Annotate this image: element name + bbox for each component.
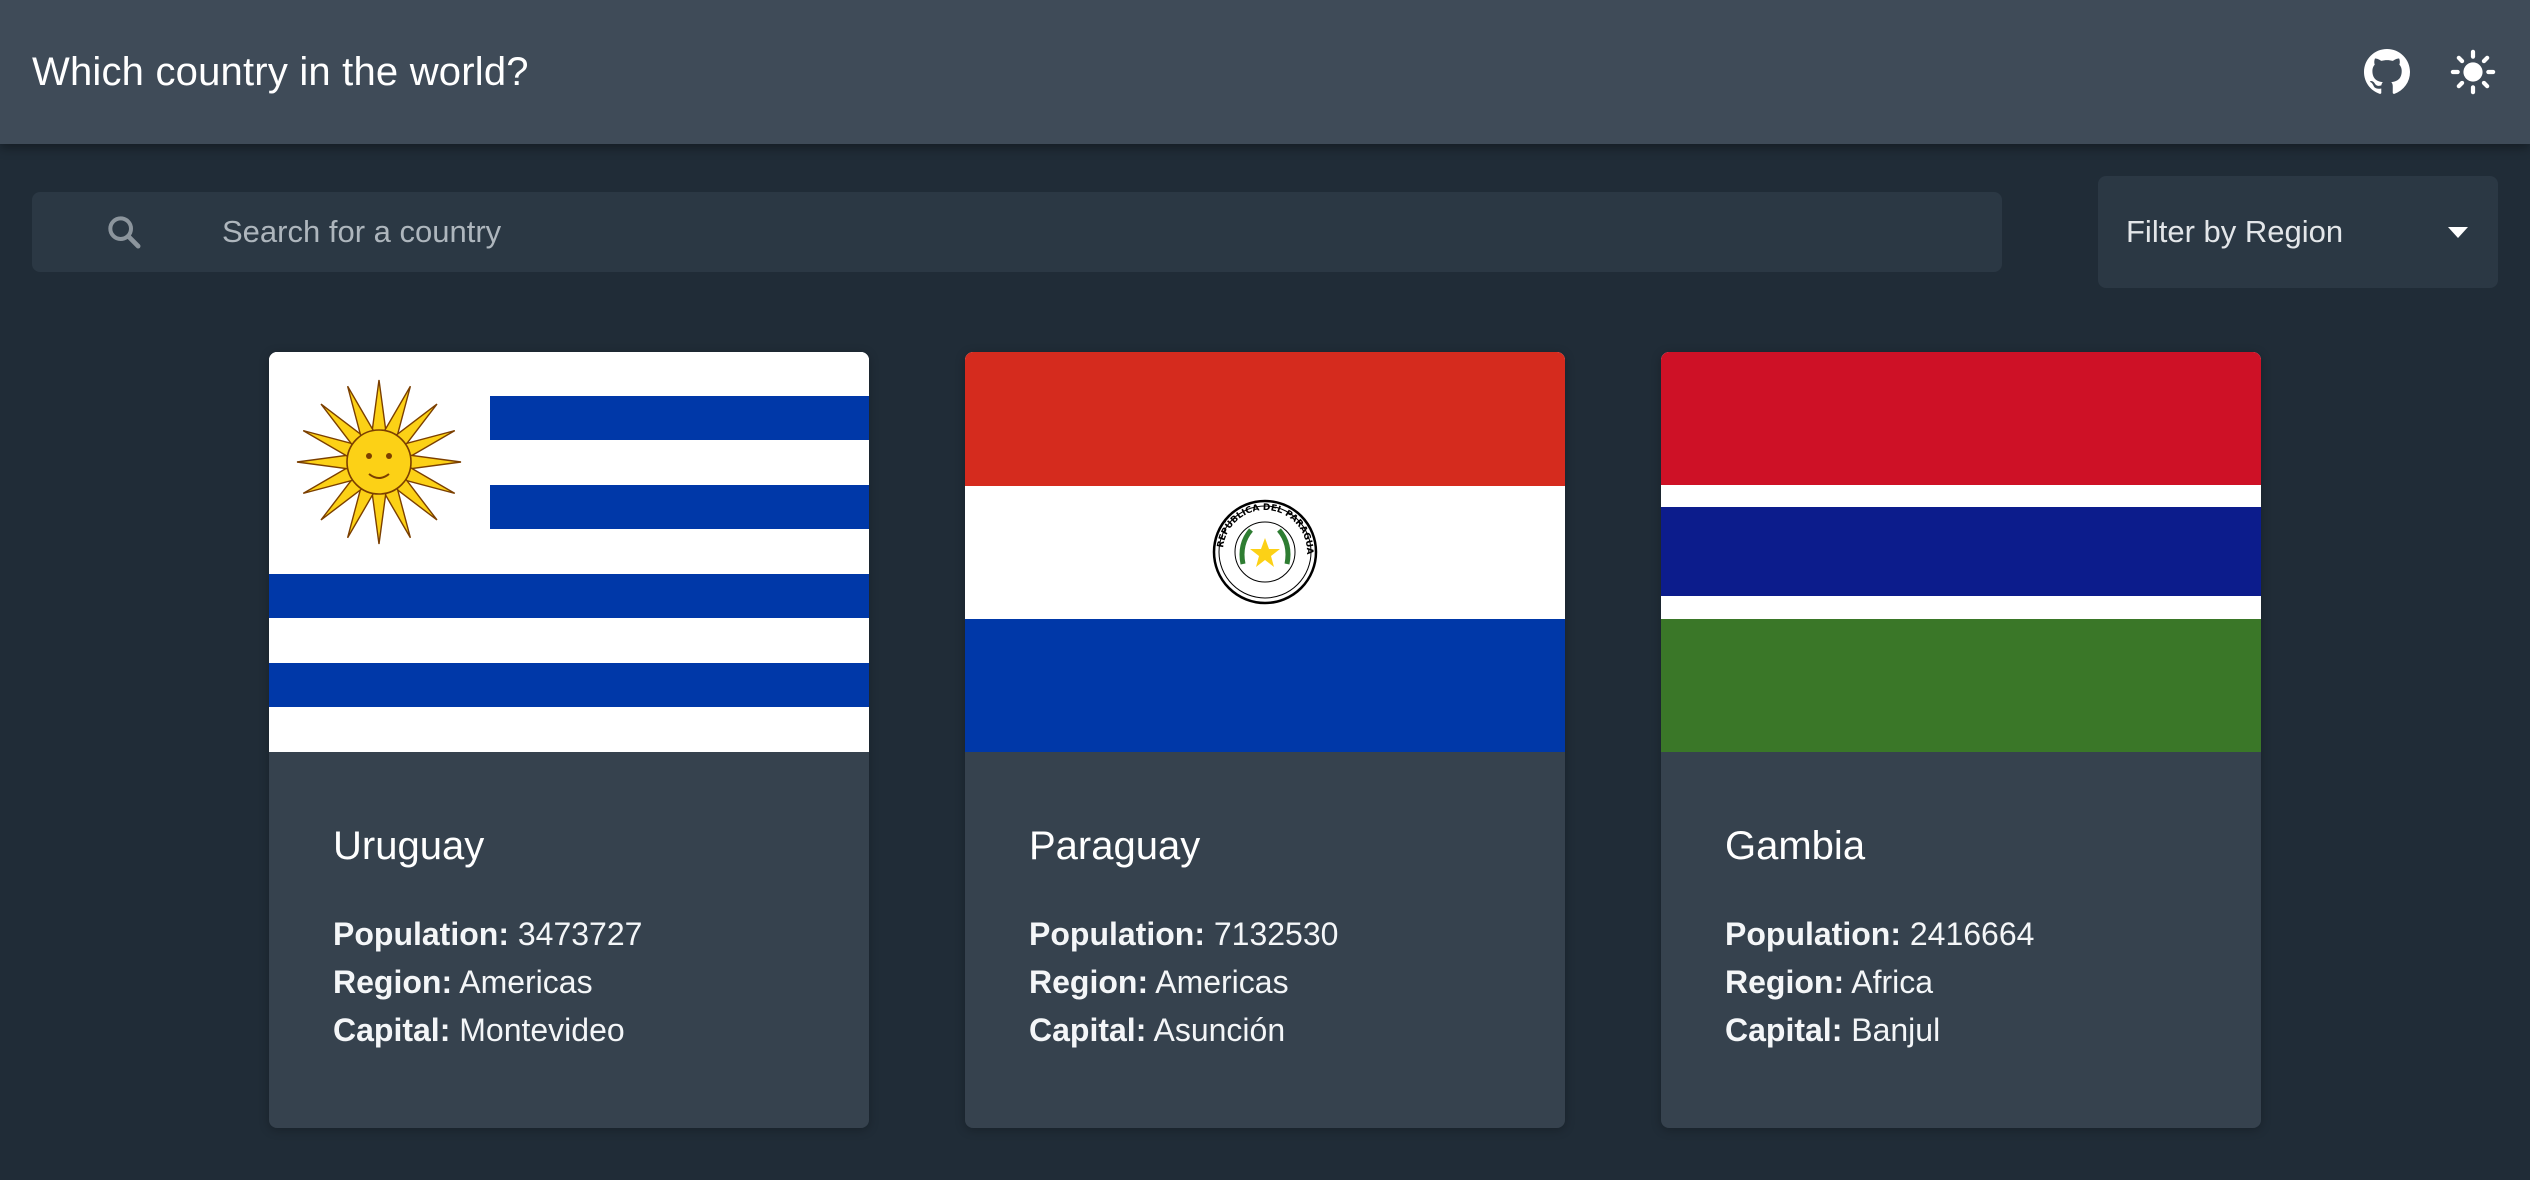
capital-value: Asunción — [1153, 1012, 1286, 1048]
country-card-uruguay[interactable]: Uruguay Population: 3473727 Region: Amer… — [269, 352, 869, 1128]
region-value: Americas — [1155, 964, 1289, 1000]
github-icon — [2364, 49, 2410, 94]
paraguay-flag: REPÚBLICA DEL PARAGUAY — [965, 352, 1565, 752]
uruguay-flag — [269, 352, 869, 752]
search-box — [32, 192, 2002, 272]
search-input[interactable] — [222, 192, 1962, 272]
gambia-flag — [1661, 352, 2261, 752]
population-row: Population: 3473727 — [333, 910, 839, 958]
region-value: Americas — [459, 964, 593, 1000]
header-actions — [2362, 47, 2498, 97]
region-row: Region: Americas — [1029, 958, 1535, 1006]
card-body: Uruguay Population: 3473727 Region: Amer… — [333, 822, 839, 1054]
region-filter-label: Filter by Region — [2126, 214, 2344, 249]
capital-label: Capital: — [1029, 1012, 1147, 1048]
region-value: Africa — [1851, 964, 1934, 1000]
github-link[interactable] — [2362, 47, 2412, 97]
card-body: Paraguay Population: 7132530 Region: Ame… — [1029, 822, 1535, 1054]
population-value: 2416664 — [1909, 916, 2035, 952]
population-value: 7132530 — [1213, 916, 1339, 952]
population-row: Population: 7132530 — [1029, 910, 1535, 958]
country-card-gambia[interactable]: Gambia Population: 2416664 Region: Afric… — [1661, 352, 2261, 1128]
region-label: Region: — [1029, 964, 1149, 1000]
region-row: Region: Africa — [1725, 958, 2231, 1006]
card-body: Gambia Population: 2416664 Region: Afric… — [1725, 822, 2231, 1054]
region-row: Region: Americas — [333, 958, 839, 1006]
search-icon — [108, 216, 141, 249]
population-row: Population: 2416664 — [1725, 910, 2231, 958]
chevron-down-icon — [2448, 226, 2468, 238]
country-name: Gambia — [1725, 824, 1866, 868]
page-title: Which country in the world? — [32, 49, 529, 94]
region-label: Region: — [333, 964, 453, 1000]
country-name: Uruguay — [333, 824, 485, 868]
population-label: Population: — [1725, 916, 1901, 952]
country-name: Paraguay — [1029, 824, 1201, 868]
capital-value: Banjul — [1851, 1012, 1941, 1048]
capital-value: Montevideo — [459, 1012, 625, 1048]
population-label: Population: — [333, 916, 509, 952]
population-value: 3473727 — [517, 916, 643, 952]
capital-row: Capital: Montevideo — [333, 1006, 839, 1054]
app-header: Which country in the world? — [0, 0, 2530, 144]
capital-label: Capital: — [333, 1012, 451, 1048]
capital-label: Capital: — [1725, 1012, 1843, 1048]
country-card-paraguay[interactable]: REPÚBLICA DEL PARAGUAY Paraguay Populati… — [965, 352, 1565, 1128]
region-label: Region: — [1725, 964, 1845, 1000]
sun-icon — [2450, 49, 2496, 95]
population-label: Population: — [1029, 916, 1205, 952]
region-filter-dropdown[interactable]: Filter by Region — [2098, 176, 2498, 288]
capital-row: Capital: Banjul — [1725, 1006, 2231, 1054]
capital-row: Capital: Asunción — [1029, 1006, 1535, 1054]
theme-toggle-button[interactable] — [2448, 47, 2498, 97]
